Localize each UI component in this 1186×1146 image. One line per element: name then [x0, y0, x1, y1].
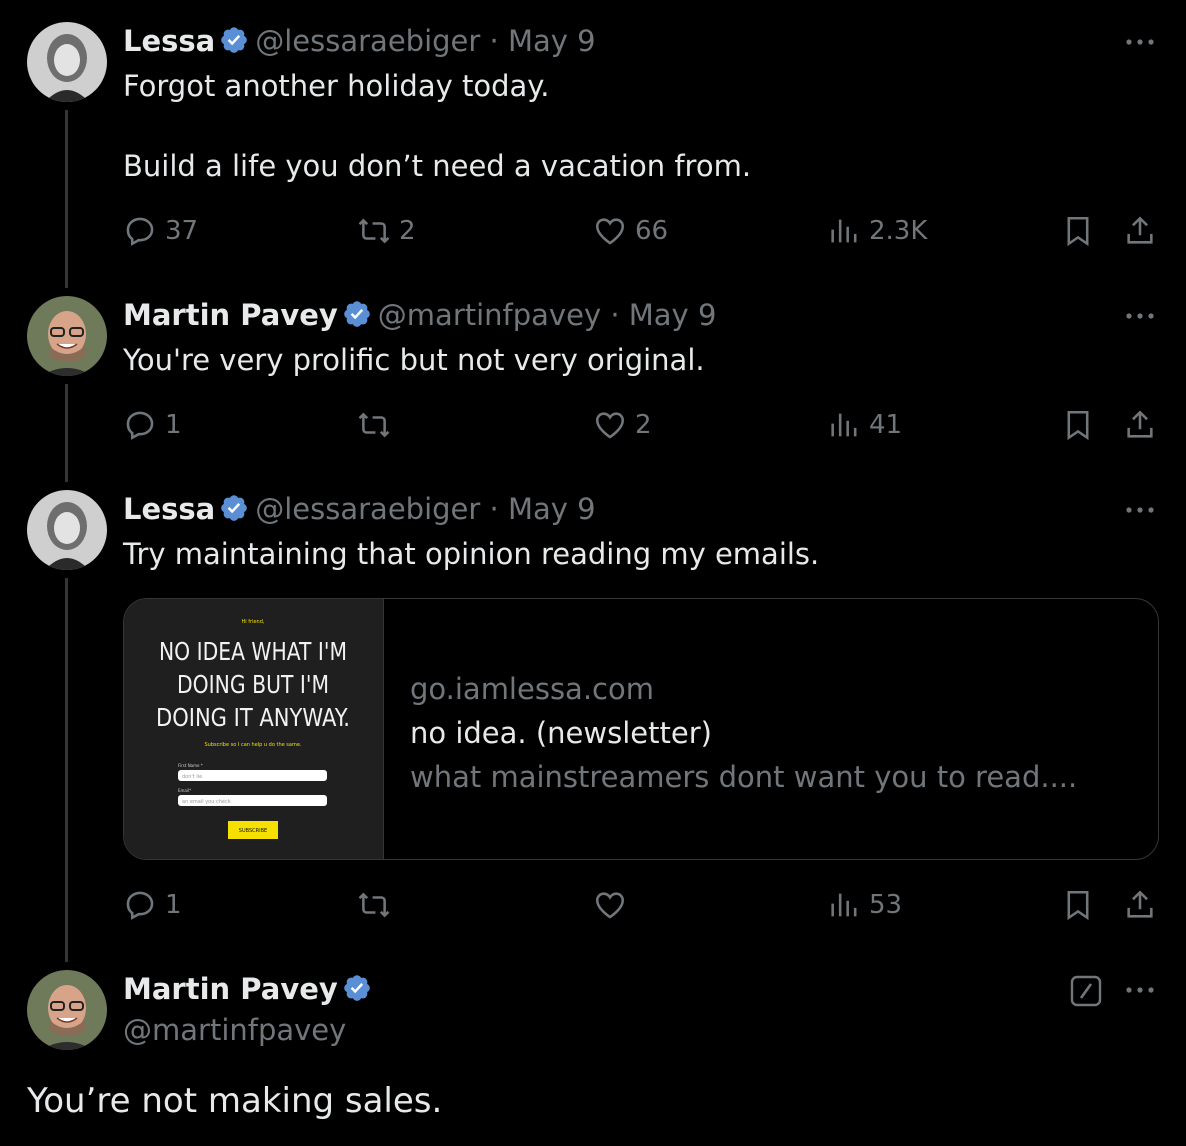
author-handle[interactable]: @martinfpavey — [123, 1013, 346, 1047]
action-bar: 1 53 — [123, 885, 1163, 925]
views-button[interactable]: 2.3K — [827, 211, 927, 251]
tweet-date[interactable]: May 9 — [629, 298, 717, 332]
verified-badge-icon — [221, 27, 248, 53]
grok-icon[interactable] — [1070, 975, 1102, 1007]
card-text: go.iamlessa.com no idea. (newsletter) wh… — [410, 667, 1077, 799]
separator: · — [489, 24, 499, 58]
bookmark-button[interactable] — [1061, 885, 1095, 925]
view-count: 53 — [869, 890, 903, 920]
share-icon — [1127, 890, 1153, 918]
preview-subline: Subscribe so I can help u do the same. — [204, 742, 301, 748]
preview-label: First Name * — [178, 763, 203, 768]
bookmark-icon — [1067, 410, 1089, 441]
views-icon — [831, 219, 857, 243]
verified-badge-icon — [343, 975, 370, 1001]
like-count: 2 — [635, 410, 652, 440]
card-description: what mainstreamers dont want you to read… — [410, 760, 1078, 794]
tweet-text: Forgot another holiday today. Build a li… — [123, 69, 752, 183]
card-domain: go.iamlessa.com — [410, 672, 654, 706]
bookmark-button[interactable] — [1061, 405, 1095, 445]
main-tweet[interactable]: Martin Pavey @martinfpavey You’re not ma… — [0, 960, 1186, 1146]
like-icon — [595, 218, 625, 245]
author-name[interactable]: Martin Pavey — [123, 972, 338, 1006]
like-icon — [595, 892, 625, 919]
views-icon — [831, 893, 857, 917]
share-icon — [1127, 216, 1153, 244]
author-name[interactable]: Lessa — [123, 492, 215, 526]
author-handle[interactable]: @lessaraebiger — [255, 24, 480, 58]
preview-greeting: Hi friend, — [242, 619, 265, 625]
reply-count: 1 — [165, 410, 182, 440]
repost-button[interactable] — [357, 405, 399, 445]
repost-count: 2 — [399, 216, 416, 246]
preview-headline: NO IDEA WHAT I'M — [159, 637, 347, 666]
card-image: Hi friend, NO IDEA WHAT I'M DOING BUT I'… — [124, 599, 384, 859]
tweet[interactable]: Lessa @lessaraebiger · May 9 Forgot anoth… — [0, 0, 1186, 280]
like-button[interactable]: 2 — [593, 405, 652, 445]
author-name[interactable]: Martin Pavey — [123, 298, 338, 332]
preview-label: Email* — [178, 788, 191, 793]
repost-button[interactable] — [357, 885, 399, 925]
views-button[interactable]: 41 — [827, 405, 902, 445]
like-icon — [595, 412, 625, 439]
like-count: 66 — [635, 216, 669, 246]
preview-headline: DOING IT ANYWAY. — [156, 703, 350, 732]
tweet-date[interactable]: May 9 — [508, 24, 596, 58]
author-handle[interactable]: @martinfpavey — [378, 298, 601, 332]
reply-button[interactable]: 1 — [123, 405, 182, 445]
reply-button[interactable]: 1 — [123, 885, 182, 925]
tweet[interactable]: Martin Pavey @martinfpavey · May 9 You're… — [0, 280, 1186, 476]
preview-field: don't lie — [182, 774, 202, 780]
tweet-text: You're very prolific but not very origin… — [123, 343, 705, 377]
action-bar: 37 2 66 2.3K — [123, 211, 1163, 251]
view-count: 41 — [869, 410, 903, 440]
more-options-icon[interactable] — [1124, 502, 1156, 518]
view-count: 2.3K — [869, 216, 928, 246]
bookmark-button[interactable] — [1061, 211, 1095, 251]
author-handle[interactable]: @lessaraebiger — [255, 492, 480, 526]
repost-icon — [358, 218, 390, 244]
reply-button[interactable]: 37 — [123, 211, 198, 251]
main-tweet-text: You’re not making sales. — [27, 1081, 443, 1121]
reply-icon — [126, 411, 154, 440]
share-button[interactable] — [1123, 405, 1157, 445]
avatar[interactable] — [27, 296, 107, 376]
share-button[interactable] — [1123, 211, 1157, 251]
avatar[interactable] — [27, 970, 107, 1050]
action-bar: 1 2 41 — [123, 405, 1163, 445]
like-button[interactable]: 66 — [593, 211, 668, 251]
link-preview-card[interactable]: Hi friend, NO IDEA WHAT I'M DOING BUT I'… — [123, 598, 1159, 860]
reply-icon — [126, 891, 154, 920]
newsletter-preview: Hi friend, NO IDEA WHAT I'M DOING BUT I'… — [124, 599, 383, 859]
repost-icon — [358, 892, 390, 918]
avatar[interactable] — [27, 22, 107, 102]
share-icon — [1127, 410, 1153, 438]
avatar[interactable] — [27, 490, 107, 570]
author-name[interactable]: Lessa — [123, 24, 215, 58]
reply-icon — [126, 217, 154, 246]
views-button[interactable]: 53 — [827, 885, 902, 925]
share-button[interactable] — [1123, 885, 1157, 925]
like-button[interactable] — [593, 885, 635, 925]
more-options-icon[interactable] — [1124, 982, 1156, 998]
repost-icon — [358, 412, 390, 438]
preview-field: an email you check — [182, 799, 231, 805]
reply-count: 1 — [165, 890, 182, 920]
preview-button: SUBSCRIBE — [239, 828, 267, 834]
repost-button[interactable]: 2 — [357, 211, 416, 251]
tweet-date[interactable]: May 9 — [508, 492, 596, 526]
preview-headline: DOING BUT I'M — [177, 670, 329, 699]
more-options-icon[interactable] — [1124, 308, 1156, 324]
views-icon — [831, 413, 857, 437]
bookmark-icon — [1067, 890, 1089, 921]
bookmark-icon — [1067, 216, 1089, 247]
verified-badge-icon — [343, 301, 370, 327]
card-title: no idea. (newsletter) — [410, 716, 712, 750]
separator: · — [489, 492, 499, 526]
separator: · — [610, 298, 620, 332]
reply-count: 37 — [165, 216, 199, 246]
verified-badge-icon — [221, 495, 248, 521]
tweet-text: Try maintaining that opinion reading my … — [123, 537, 820, 571]
more-options-icon[interactable] — [1124, 34, 1156, 50]
